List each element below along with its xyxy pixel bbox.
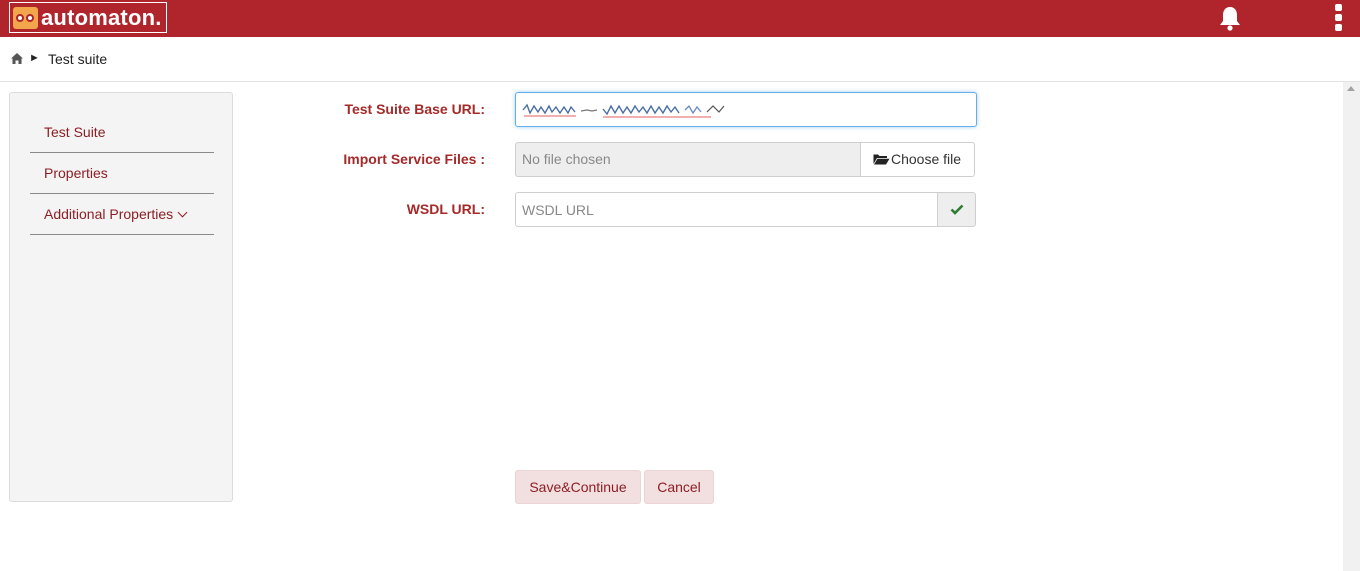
wsdl-validate-button[interactable] [937,192,976,227]
app-logo[interactable]: automaton. [9,2,167,33]
vertical-scrollbar[interactable] [1343,82,1360,571]
scroll-up-arrow-icon[interactable] [1347,86,1355,91]
logo-text: automaton. [41,4,162,30]
kebab-menu-icon[interactable] [1333,4,1343,34]
folder-open-icon [873,154,890,165]
choose-file-button[interactable]: Choose file [860,142,975,177]
save-continue-button[interactable]: Save&Continue [515,470,641,504]
wsdl-url-label: WSDL URL: [406,201,485,217]
cancel-button[interactable]: Cancel [644,470,714,504]
base-url-input[interactable] [515,92,977,127]
robot-face-logo-icon [13,6,38,29]
home-icon[interactable] [10,52,24,65]
breadcrumb [0,37,1360,82]
sidebar-item-label: Test Suite [44,124,106,140]
import-files-label: Import Service Files : [343,151,485,167]
file-name-field[interactable]: No file chosen [515,142,861,177]
choose-file-label: Choose file [891,151,962,167]
bell-icon[interactable] [1218,5,1242,31]
sidebar-item-test-suite[interactable]: Test Suite [30,112,214,153]
top-navbar: automaton. [0,0,1360,37]
sidebar-item-label: Additional Properties [44,206,174,222]
check-icon [950,204,963,215]
base-url-label: Test Suite Base URL: [344,101,485,117]
breadcrumb-separator: ► [29,52,40,64]
wsdl-url-input[interactable] [515,192,938,227]
sidebar-item-label: Properties [44,165,108,181]
page-title: Test suite [48,51,108,67]
